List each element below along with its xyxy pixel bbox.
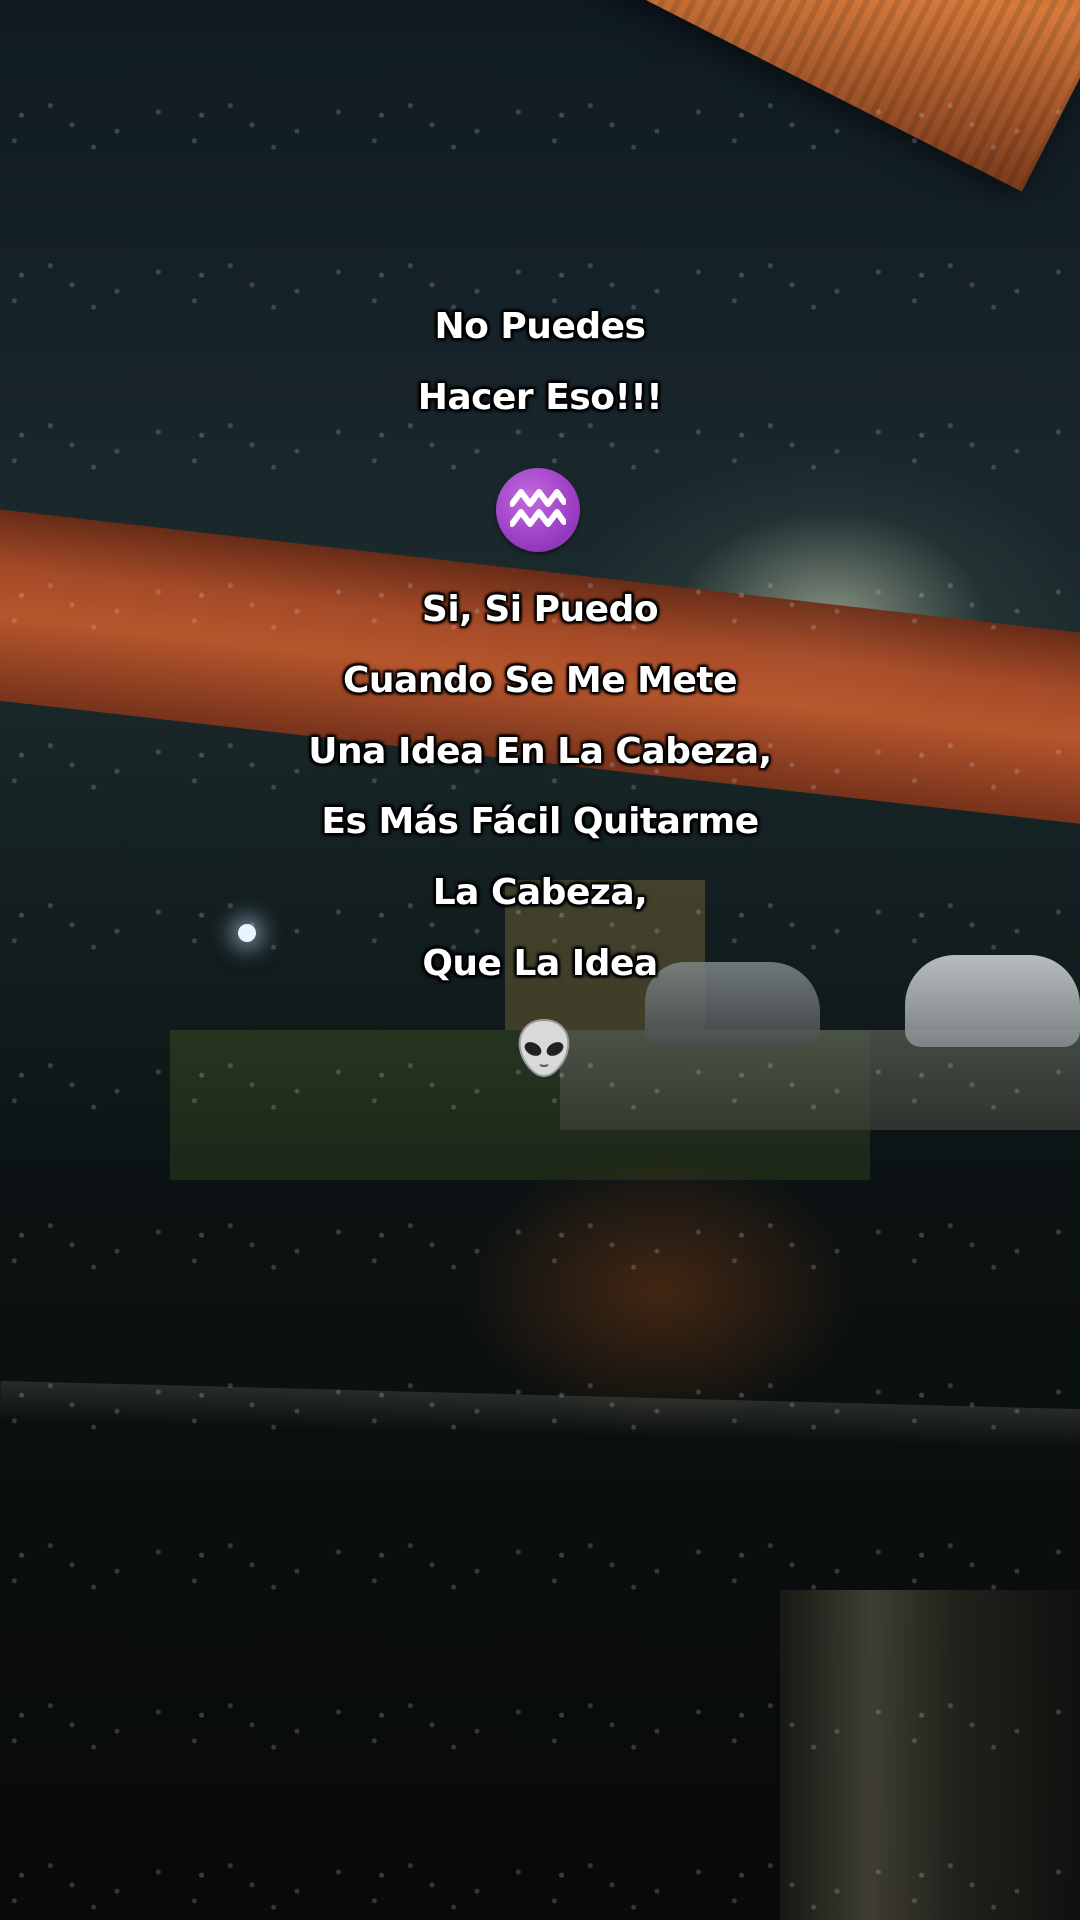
caption-line: Si, Si Puedo bbox=[421, 589, 659, 630]
aquarius-icon bbox=[496, 468, 580, 552]
caption-line: No Puedes bbox=[434, 306, 646, 347]
caption-line: La Cabeza, bbox=[432, 872, 648, 913]
video-frame: No Puedes Hacer Eso!!! Si, Si Puedo Cuan… bbox=[0, 0, 1080, 1920]
caption-line: Hacer Eso!!! bbox=[417, 377, 663, 418]
caption-line: Es Más Fácil Quitarme bbox=[321, 801, 759, 842]
caption-line: Cuando Se Me Mete bbox=[342, 660, 738, 701]
caption-line: Una Idea En La Cabeza, bbox=[308, 731, 772, 772]
alien-icon bbox=[512, 1016, 576, 1080]
caption-line: Que La Idea bbox=[422, 943, 658, 984]
